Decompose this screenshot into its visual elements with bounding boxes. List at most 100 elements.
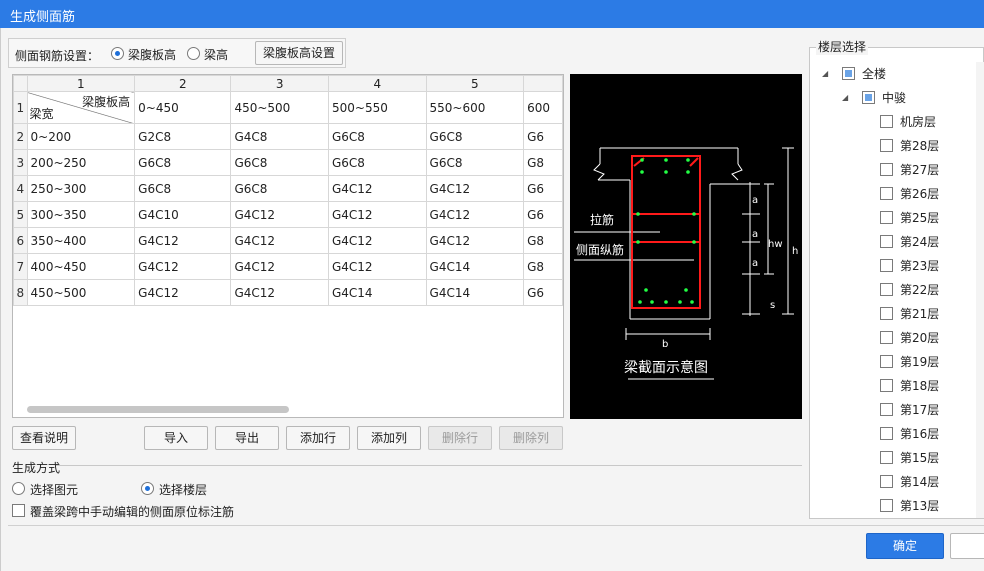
row-number[interactable]: 4	[13, 175, 28, 202]
header-cell[interactable]: 600	[523, 91, 563, 124]
rebar-spec-cell[interactable]: G4C12	[327, 253, 427, 280]
floor-checkbox[interactable]	[880, 139, 893, 152]
floor-checkbox[interactable]	[880, 115, 893, 128]
add-row-button[interactable]: 添加行	[286, 426, 350, 450]
row-number[interactable]: 7	[13, 253, 28, 280]
rebar-spec-cell[interactable]: G4C12	[425, 201, 525, 228]
header-cell[interactable]: 550~600	[425, 91, 525, 124]
rebar-spec-cell[interactable]: G4C12	[134, 253, 232, 280]
col-number[interactable]	[523, 75, 563, 92]
rebar-spec-cell[interactable]: G8	[523, 149, 563, 176]
rebar-spec-cell[interactable]: G4C14	[327, 279, 427, 306]
diagonal-header-cell[interactable]: 梁腹板高 梁宽	[26, 91, 136, 124]
beam-height-radio[interactable]	[187, 47, 200, 60]
rebar-spec-cell[interactable]: G6	[523, 201, 563, 228]
rebar-spec-cell[interactable]: G4C12	[327, 227, 427, 254]
rebar-spec-cell[interactable]: G4C12	[230, 227, 329, 254]
select-element-label[interactable]: 选择图元	[30, 481, 78, 498]
beam-width-cell[interactable]: 200~250	[26, 149, 136, 176]
floor-checkbox[interactable]	[880, 259, 893, 272]
override-manual-annotation-label[interactable]: 覆盖梁跨中手动编辑的侧面原位标注筋	[30, 503, 234, 520]
rebar-spec-cell[interactable]: G4C12	[134, 279, 232, 306]
rebar-spec-cell[interactable]: G4C12	[230, 201, 329, 228]
web-height-radio[interactable]	[111, 47, 124, 60]
beam-width-cell[interactable]: 450~500	[26, 279, 136, 306]
floor-checkbox[interactable]	[880, 163, 893, 176]
floor-checkbox[interactable]	[880, 307, 893, 320]
select-floor-radio[interactable]	[141, 482, 154, 495]
rebar-spec-cell[interactable]: G4C12	[425, 227, 525, 254]
row-number[interactable]: 3	[13, 149, 28, 176]
floor-checkbox[interactable]	[880, 475, 893, 488]
horizontal-scrollbar[interactable]	[27, 406, 289, 413]
col-number[interactable]: 1	[26, 75, 136, 92]
rebar-spec-cell[interactable]: G6C8	[134, 149, 232, 176]
expand-triangle-icon[interactable]: ◢	[822, 63, 828, 85]
floor-checkbox[interactable]	[880, 187, 893, 200]
rebar-spec-cell[interactable]: G6C8	[327, 149, 427, 176]
rebar-spec-cell[interactable]: G4C12	[134, 227, 232, 254]
rebar-spec-cell[interactable]: G6C8	[327, 123, 427, 150]
beam-width-cell[interactable]: 250~300	[26, 175, 136, 202]
rebar-spec-cell[interactable]: G4C12	[425, 175, 525, 202]
web-height-settings-button[interactable]: 梁腹板高设置	[255, 41, 343, 65]
floor-checkbox[interactable]	[880, 355, 893, 368]
select-element-radio[interactable]	[12, 482, 25, 495]
col-number[interactable]: 2	[134, 75, 232, 92]
export-button[interactable]: 导出	[215, 426, 279, 450]
rebar-spec-cell[interactable]: G4C8	[230, 123, 329, 150]
row-number[interactable]: 1	[13, 91, 28, 124]
expand-triangle-icon[interactable]: ◢	[842, 87, 848, 109]
select-floor-label[interactable]: 选择楼层	[159, 481, 207, 498]
floor-checkbox[interactable]	[842, 67, 855, 80]
rebar-spec-cell[interactable]: G4C14	[425, 279, 525, 306]
col-number[interactable]: 5	[425, 75, 525, 92]
header-cell[interactable]: 500~550	[327, 91, 427, 124]
floor-checkbox[interactable]	[880, 427, 893, 440]
ok-button[interactable]: 确定	[866, 533, 944, 559]
delete-row-button[interactable]: 删除行	[428, 426, 492, 450]
rebar-spec-cell[interactable]: G6	[523, 279, 563, 306]
rebar-spec-cell[interactable]: G6C8	[134, 175, 232, 202]
floor-checkbox[interactable]	[880, 499, 893, 512]
floor-checkbox[interactable]	[880, 211, 893, 224]
delete-column-button[interactable]: 删除列	[499, 426, 563, 450]
rebar-spec-cell[interactable]: G4C12	[230, 253, 329, 280]
beam-height-radio-label[interactable]: 梁高	[204, 46, 228, 63]
floor-tree-scrollbar[interactable]	[976, 62, 984, 518]
floor-checkbox[interactable]	[880, 403, 893, 416]
import-button[interactable]: 导入	[144, 426, 208, 450]
cancel-button[interactable]	[950, 533, 984, 559]
header-cell[interactable]: 450~500	[230, 91, 329, 124]
floor-checkbox[interactable]	[880, 379, 893, 392]
beam-width-cell[interactable]: 350~400	[26, 227, 136, 254]
rebar-spec-cell[interactable]: G4C12	[230, 279, 329, 306]
row-number[interactable]: 5	[13, 201, 28, 228]
rebar-spec-cell[interactable]: G4C14	[425, 253, 525, 280]
rebar-spec-cell[interactable]: G8	[523, 253, 563, 280]
rebar-spec-cell[interactable]: G6	[523, 123, 563, 150]
rebar-spec-cell[interactable]: G8	[523, 227, 563, 254]
rebar-spec-cell[interactable]: G6C8	[425, 123, 525, 150]
rebar-spec-cell[interactable]: G4C10	[134, 201, 232, 228]
col-number[interactable]: 3	[230, 75, 329, 92]
row-number[interactable]: 6	[13, 227, 28, 254]
web-height-radio-label[interactable]: 梁腹板高	[128, 46, 176, 63]
row-number[interactable]: 8	[13, 279, 28, 306]
beam-width-cell[interactable]: 0~200	[26, 123, 136, 150]
header-cell[interactable]: 0~450	[134, 91, 232, 124]
add-column-button[interactable]: 添加列	[357, 426, 421, 450]
rebar-spec-cell[interactable]: G6C8	[230, 175, 329, 202]
rebar-spec-cell[interactable]: G2C8	[134, 123, 232, 150]
rebar-spec-cell[interactable]: G6C8	[425, 149, 525, 176]
col-number[interactable]: 4	[327, 75, 427, 92]
rebar-spec-cell[interactable]: G6C8	[230, 149, 329, 176]
side-bar-table[interactable]: 1 2 3 4 5 1 梁腹板高 梁宽 0~450 450~500 500~55…	[12, 74, 564, 418]
rebar-spec-cell[interactable]: G6	[523, 175, 563, 202]
floor-checkbox[interactable]	[880, 451, 893, 464]
floor-checkbox[interactable]	[880, 235, 893, 248]
beam-width-cell[interactable]: 300~350	[26, 201, 136, 228]
view-help-button[interactable]: 查看说明	[12, 426, 76, 450]
rebar-spec-cell[interactable]: G4C12	[327, 201, 427, 228]
beam-width-cell[interactable]: 400~450	[26, 253, 136, 280]
